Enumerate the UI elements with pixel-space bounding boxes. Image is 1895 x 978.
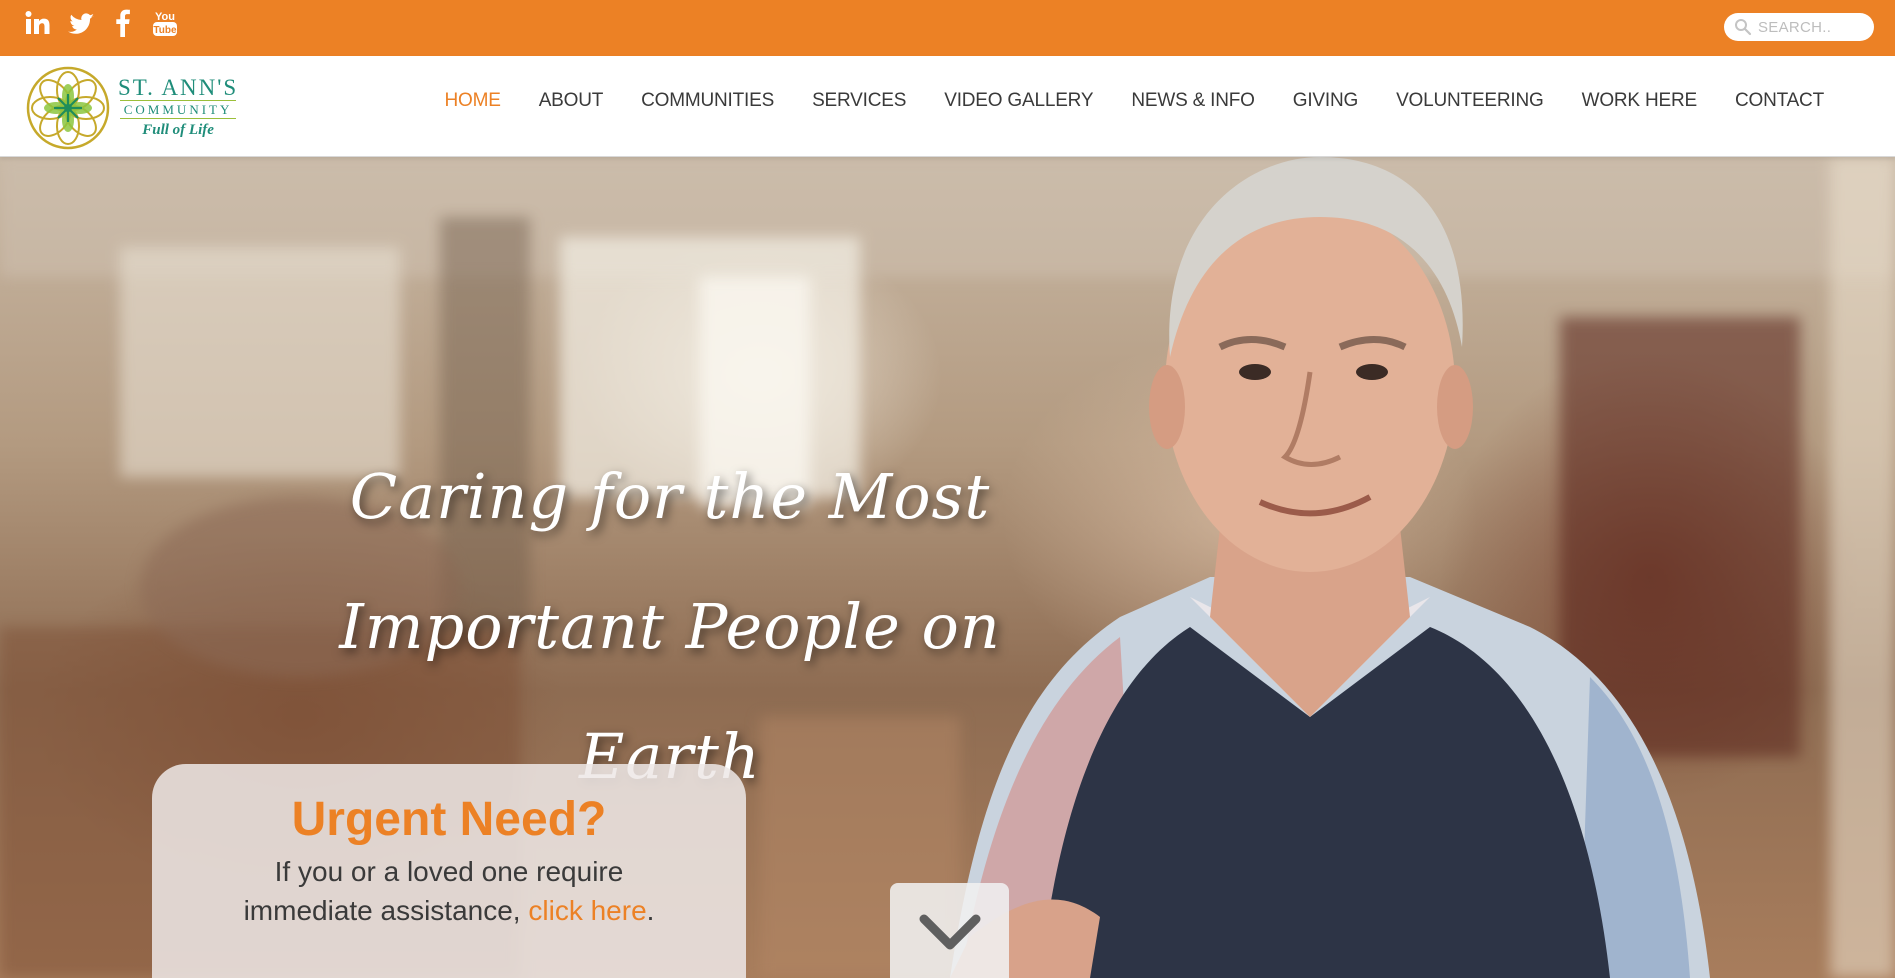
nav-contact[interactable]: CONTACT	[1716, 90, 1843, 112]
linkedin-icon[interactable]	[24, 8, 54, 38]
urgent-need-panel: Urgent Need? If you or a loved one requi…	[152, 764, 746, 978]
social-links: You Tube	[24, 8, 180, 38]
logo-text: ST. ANN'S COMMUNITY Full of Life	[118, 74, 239, 141]
logo-subtitle: COMMUNITY	[119, 99, 237, 119]
main-nav: HOME ABOUT COMMUNITIES SERVICES VIDEO GA…	[426, 90, 1844, 112]
urgent-text-line-1: If you or a loved one require	[274, 856, 624, 887]
logo-name: ST. ANN'S	[118, 74, 239, 100]
logo[interactable]: ST. ANN'S COMMUNITY Full of Life	[24, 64, 264, 152]
nav-services[interactable]: SERVICES	[793, 90, 925, 112]
search-icon	[1735, 19, 1752, 36]
urgent-text-end: .	[646, 895, 655, 926]
logo-tagline: Full of Life	[142, 121, 214, 138]
urgent-text-line-2: immediate assistance,	[243, 895, 521, 926]
svg-text:Tube: Tube	[153, 25, 177, 36]
urgent-text: If you or a loved one require immediate …	[152, 852, 746, 930]
urgent-click-here-link[interactable]: click here	[528, 895, 646, 926]
nav-home[interactable]: HOME	[426, 90, 520, 112]
site-header: ST. ANN'S COMMUNITY Full of Life HOME AB…	[0, 56, 1895, 157]
facebook-icon[interactable]	[108, 8, 138, 38]
headline-line-1: Caring for the Most	[349, 460, 991, 533]
search-box[interactable]	[1724, 13, 1874, 41]
nav-giving[interactable]: GIVING	[1274, 90, 1377, 112]
youtube-icon[interactable]: You Tube	[150, 8, 180, 38]
twitter-icon[interactable]	[66, 8, 96, 38]
nav-volunteering[interactable]: VOLUNTEERING	[1377, 90, 1563, 112]
nav-video-gallery[interactable]: VIDEO GALLERY	[925, 90, 1112, 112]
nav-news-info[interactable]: NEWS & INFO	[1112, 90, 1273, 112]
hero-banner: Caring for the Most Important People on …	[0, 157, 1895, 978]
search-input[interactable]	[1758, 18, 1870, 36]
nav-work-here[interactable]: WORK HERE	[1563, 90, 1716, 112]
svg-text:You: You	[155, 11, 175, 23]
nav-communities[interactable]: COMMUNITIES	[622, 90, 793, 112]
chevron-down-icon	[919, 914, 980, 950]
nav-about[interactable]: ABOUT	[520, 90, 622, 112]
top-bar: You Tube	[0, 0, 1895, 56]
flower-logo-icon	[26, 66, 110, 150]
scroll-down-button[interactable]	[890, 883, 1009, 978]
urgent-title: Urgent Need?	[291, 793, 607, 846]
